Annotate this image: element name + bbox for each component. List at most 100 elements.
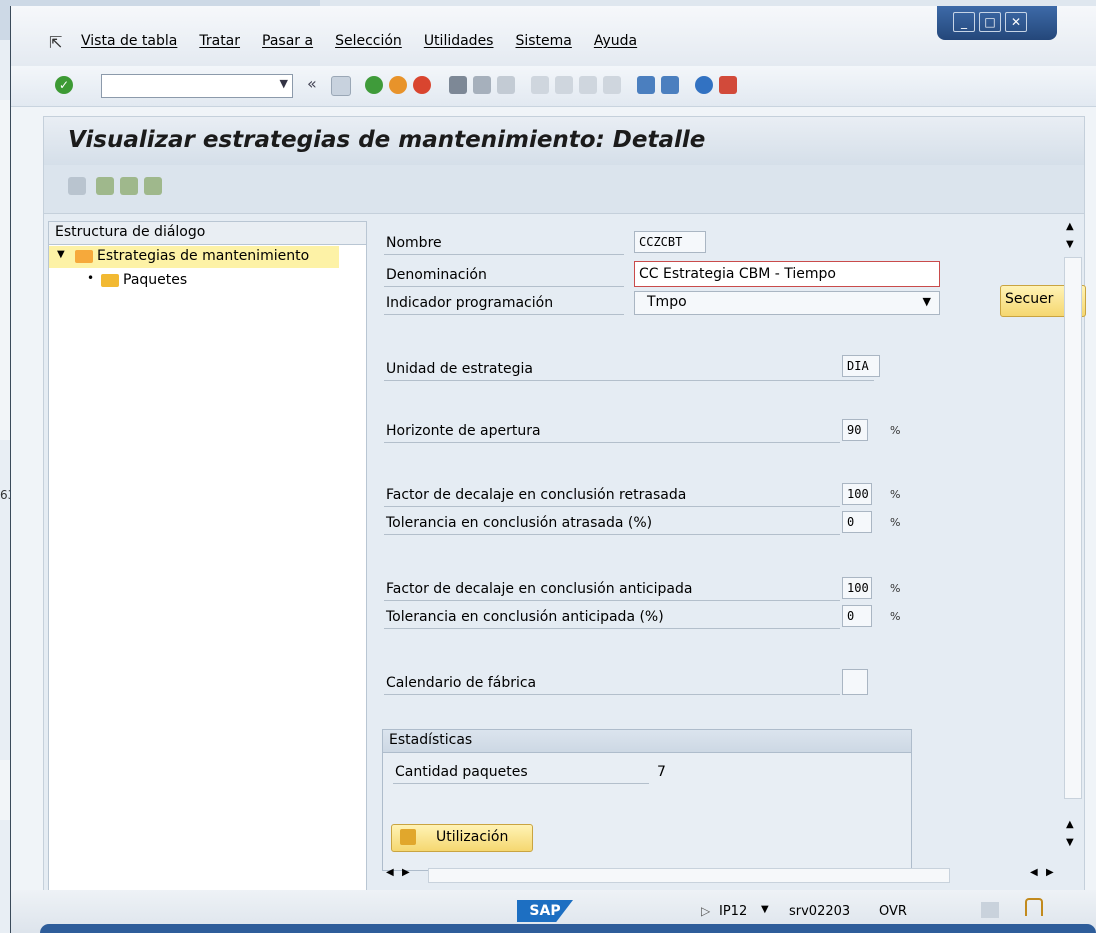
create-session-icon[interactable] <box>637 76 655 94</box>
tree-item-label: Estrategias de mantenimiento <box>97 248 310 264</box>
factor-anticipada-field[interactable]: 100 <box>842 577 872 599</box>
tree-header: Estructura de diálogo <box>49 222 366 245</box>
status-system-dropdown-icon[interactable]: ▼ <box>761 904 769 915</box>
menu-ayuda[interactable]: Ayuda <box>594 33 637 57</box>
main-panel: Visualizar estrategias de mantenimiento:… <box>43 116 1086 918</box>
menu-pasar-a[interactable]: Pasar a <box>262 33 313 57</box>
shortcut-icon[interactable] <box>661 76 679 94</box>
scroll-thumb-horizontal[interactable] <box>428 868 950 883</box>
print-icon[interactable] <box>449 76 467 94</box>
percent-sign: % <box>890 424 901 437</box>
menu-sistema[interactable]: Sistema <box>515 33 571 57</box>
cantidad-label: Cantidad paquetes <box>395 764 528 780</box>
unidad-label: Unidad de estrategia <box>386 361 533 377</box>
scroll-page-down-icon[interactable]: ▼ <box>1066 837 1074 848</box>
sap-main-window: ⇱ Vista de tabla Tratar Pasar a Selecció… <box>10 6 1096 933</box>
previous-page-icon[interactable] <box>555 76 573 94</box>
menu-vista-de-tabla[interactable]: Vista de tabla <box>81 33 177 57</box>
exit-icon[interactable] <box>389 76 407 94</box>
vertical-scrollbar[interactable]: ▲ ▼ ▲ ▼ <box>1062 221 1082 901</box>
lock-icon[interactable] <box>1025 898 1043 916</box>
display-change-icon[interactable] <box>68 177 86 195</box>
menu-tratar[interactable]: Tratar <box>199 33 240 57</box>
divider <box>384 314 624 315</box>
scroll-up-icon[interactable]: ▲ <box>1066 221 1074 232</box>
scroll-down-icon[interactable]: ▼ <box>1066 239 1074 250</box>
minimize-icon[interactable]: _ <box>953 12 975 32</box>
save-icon[interactable] <box>331 76 351 96</box>
factor-retrasada-field[interactable]: 100 <box>842 483 872 505</box>
maximize-icon[interactable]: □ <box>979 12 1001 32</box>
divider <box>384 380 874 381</box>
tolerancia-atrasada-label: Tolerancia en conclusión atrasada (%) <box>386 515 653 531</box>
menu-exit-icon[interactable]: ⇱ <box>49 33 62 52</box>
folder-open-icon <box>75 250 93 263</box>
indicador-select[interactable]: Tmpo ▼ <box>634 291 940 315</box>
help-icon[interactable] <box>695 76 713 94</box>
scroll-page-up-icon[interactable]: ▲ <box>1066 819 1074 830</box>
percent-sign: % <box>890 488 901 501</box>
background-edge-text: 63 <box>0 488 16 502</box>
indicador-label: Indicador programación <box>386 295 554 311</box>
back-icon[interactable] <box>365 76 383 94</box>
tree-bullet-icon: • <box>87 271 95 285</box>
menu-utilidades[interactable]: Utilidades <box>424 33 494 57</box>
percent-sign: % <box>890 582 901 595</box>
tree-header-label: Estructura de diálogo <box>55 224 206 240</box>
factor-anticipada-label: Factor de decalaje en conclusión anticip… <box>386 581 693 597</box>
tree-item-paquetes[interactable]: • Paquetes <box>49 270 339 292</box>
divider <box>384 534 840 535</box>
last-page-icon[interactable] <box>603 76 621 94</box>
first-page-icon[interactable] <box>531 76 549 94</box>
close-icon[interactable]: ✕ <box>1005 12 1027 32</box>
tolerancia-anticipada-label: Tolerancia en conclusión anticipada (%) <box>386 609 664 625</box>
where-used-icon <box>400 829 416 845</box>
utilizacion-button[interactable]: Utilización <box>391 824 533 852</box>
tolerancia-anticipada-field[interactable]: 0 <box>842 605 872 627</box>
status-layout-icon[interactable] <box>981 902 999 918</box>
tree-item-label: Paquetes <box>123 272 188 288</box>
scroll-right-end-icon[interactable]: ▶ <box>1046 867 1054 878</box>
divider <box>384 506 840 507</box>
divider <box>384 286 624 287</box>
previous-entry-icon[interactable] <box>96 177 114 195</box>
dialog-structure-tree: Estructura de diálogo ▼ Estrategias de m… <box>48 221 367 903</box>
other-entry-icon[interactable] <box>144 177 162 195</box>
expand-arrow-icon[interactable]: ▼ <box>57 249 65 260</box>
menu-seleccion[interactable]: Selección <box>335 33 402 57</box>
scroll-left-end-icon[interactable]: ◀ <box>1030 867 1038 878</box>
enter-check-icon[interactable]: ✓ <box>55 76 73 94</box>
command-field[interactable]: ▼ <box>101 74 293 98</box>
customize-layout-icon[interactable] <box>719 76 737 94</box>
divider <box>384 442 840 443</box>
window-controls: _ □ ✕ <box>937 6 1057 40</box>
denominacion-field[interactable]: CC Estrategia CBM - Tiempo <box>634 261 940 287</box>
back-chevron-icon[interactable]: « <box>307 74 317 93</box>
sap-logo: SAP <box>517 900 573 922</box>
folder-icon <box>101 274 119 287</box>
standard-toolbar: ✓ ▼ « <box>11 66 1096 107</box>
divider <box>384 254 624 255</box>
find-icon[interactable] <box>473 76 491 94</box>
scroll-left-icon[interactable]: ◀ <box>386 867 394 878</box>
find-next-icon[interactable] <box>497 76 515 94</box>
status-server: srv02203 <box>789 904 851 919</box>
statistics-header: Estadísticas <box>383 730 911 753</box>
scroll-thumb[interactable] <box>1064 257 1082 799</box>
scroll-right-icon[interactable]: ▶ <box>402 867 410 878</box>
cancel-icon[interactable] <box>413 76 431 94</box>
horizontal-scrollbar[interactable]: ◀ ▶ ◀ ▶ <box>382 867 1082 883</box>
tree-item-estrategias[interactable]: ▼ Estrategias de mantenimiento <box>49 246 339 268</box>
next-entry-icon[interactable] <box>120 177 138 195</box>
secuencia-button-label: Secuer <box>1005 291 1054 307</box>
next-page-icon[interactable] <box>579 76 597 94</box>
dropdown-arrow-icon[interactable]: ▼ <box>923 292 931 312</box>
status-mode: OVR <box>879 904 907 919</box>
nombre-field[interactable]: CCZCBT <box>634 231 706 253</box>
status-play-icon[interactable]: ▷ <box>701 904 710 918</box>
tolerancia-atrasada-field[interactable]: 0 <box>842 511 872 533</box>
calendario-field[interactable] <box>842 669 868 695</box>
horizonte-field[interactable]: 90 <box>842 419 868 441</box>
unidad-field[interactable]: DIA <box>842 355 880 377</box>
command-dropdown-icon[interactable]: ▼ <box>280 77 288 90</box>
